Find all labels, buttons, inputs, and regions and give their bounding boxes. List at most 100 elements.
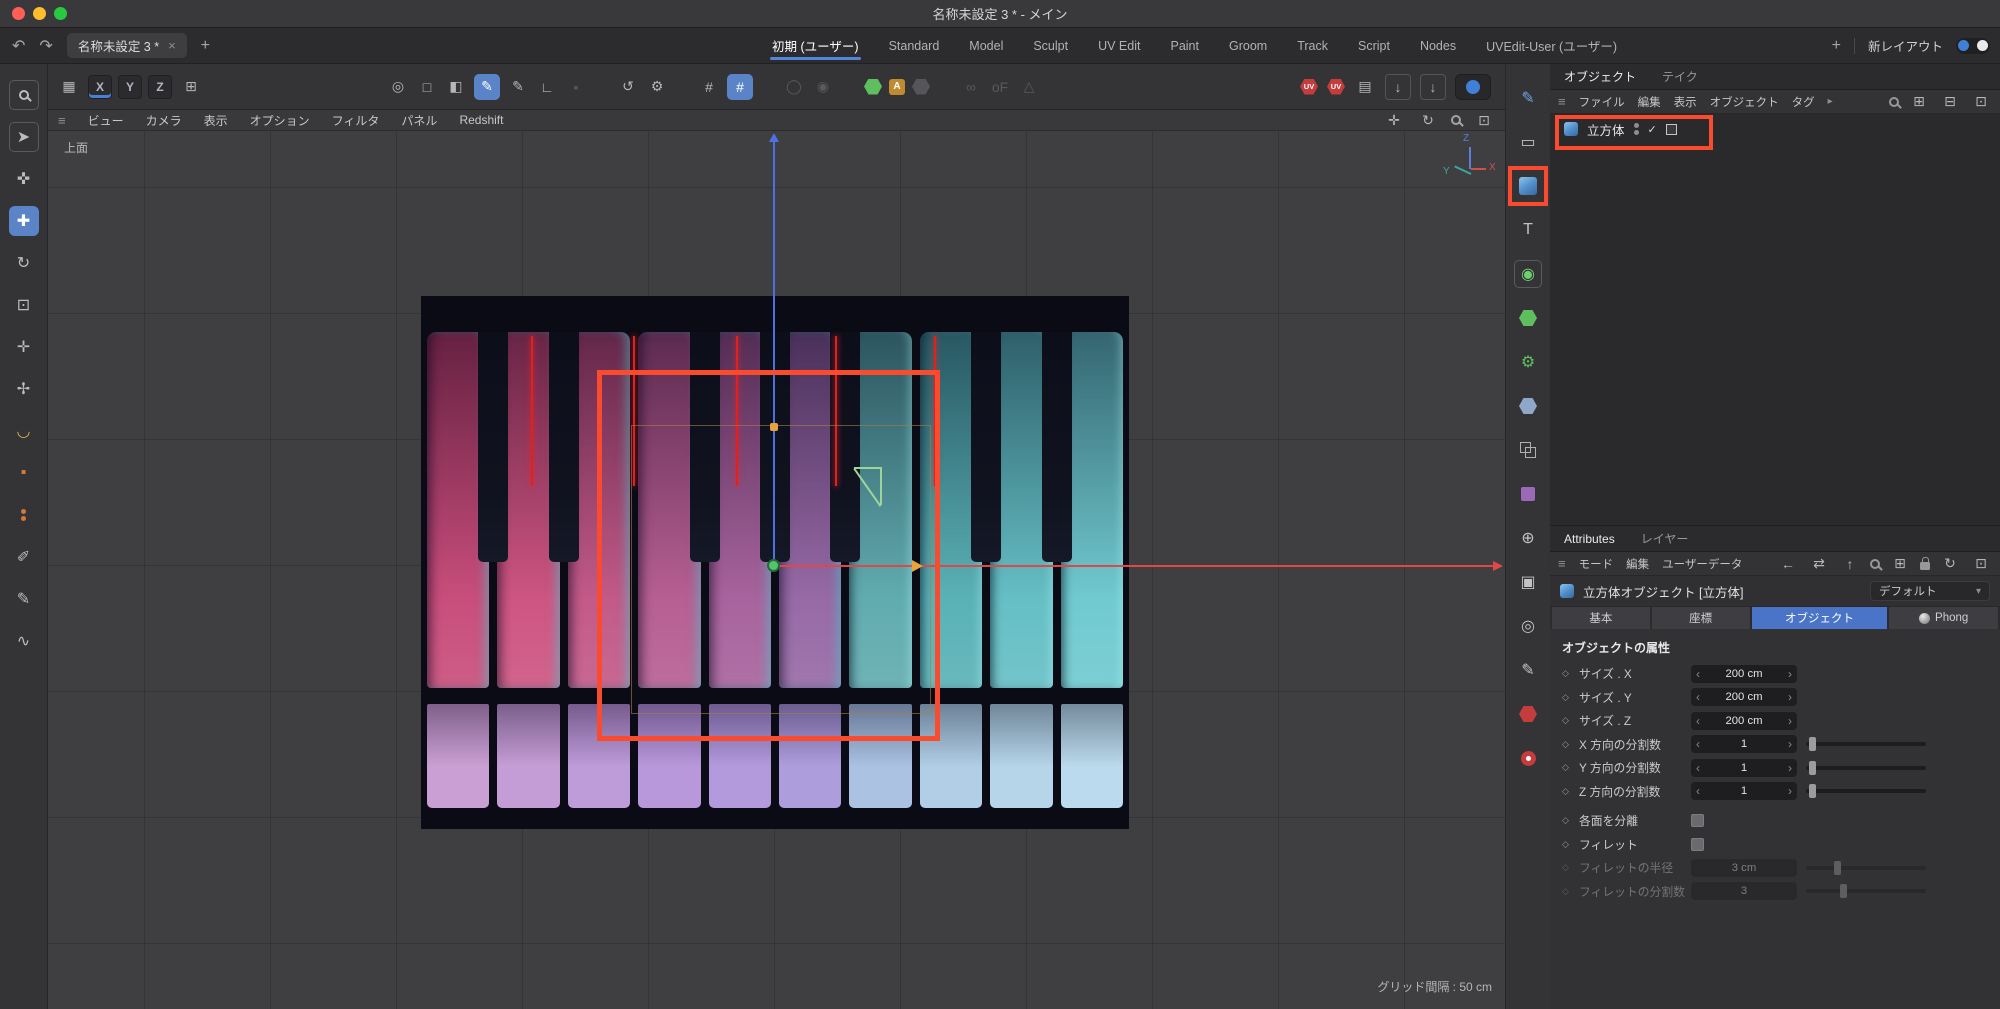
view-panel-icon[interactable]: ▭ bbox=[1514, 128, 1542, 156]
layout-tab-7[interactable]: Track bbox=[1297, 28, 1328, 63]
search-icon[interactable] bbox=[1870, 559, 1880, 569]
param-diamond-icon[interactable]: ◇ bbox=[1562, 762, 1579, 773]
uv-view-icon[interactable]: UV bbox=[1327, 79, 1345, 95]
of-icon[interactable]: oF bbox=[989, 75, 1011, 99]
maximize-view-icon[interactable]: ⊡ bbox=[1473, 108, 1495, 132]
layout-tab-3[interactable]: Sculpt bbox=[1033, 28, 1068, 63]
rotate-tool-icon[interactable]: ↻ bbox=[9, 248, 39, 278]
section-tab-0[interactable]: 基本 bbox=[1552, 607, 1650, 629]
layout-tab-0[interactable]: 初期 (ユーザー) bbox=[772, 28, 859, 63]
slider-knob[interactable] bbox=[1809, 761, 1816, 775]
search-icon[interactable] bbox=[19, 90, 29, 100]
om-menu-4[interactable]: タグ bbox=[1792, 94, 1815, 110]
pan-view-icon[interactable]: ✛ bbox=[1383, 108, 1405, 132]
section-tab-3[interactable]: Phong bbox=[1889, 607, 1998, 629]
object-manager-menu-icon[interactable]: ≡ bbox=[1558, 94, 1566, 109]
snap-icon[interactable]: ◡ bbox=[9, 416, 39, 446]
value-field[interactable]: 3 bbox=[1691, 882, 1797, 900]
value-stepper[interactable]: ‹200 cm› bbox=[1691, 665, 1797, 683]
coordinate-system-icon[interactable]: ⊞ bbox=[180, 75, 202, 99]
dynamics-gear-icon[interactable]: ⚙ bbox=[1514, 348, 1542, 376]
param-diamond-icon[interactable]: ◇ bbox=[1562, 786, 1579, 797]
annotate-pen-icon[interactable]: ✎ bbox=[1514, 656, 1542, 684]
viewport-menu-5[interactable]: パネル bbox=[401, 112, 437, 129]
add-document-tab-button[interactable]: + bbox=[201, 37, 210, 55]
axis-button-z[interactable]: Z bbox=[148, 75, 172, 99]
param-diamond-icon[interactable]: ◇ bbox=[1562, 692, 1579, 703]
plane-mode-icon[interactable]: ◧ bbox=[445, 75, 467, 99]
render-save-plus-icon[interactable]: ↓ bbox=[1420, 74, 1446, 100]
value-stepper[interactable]: ‹1› bbox=[1691, 782, 1797, 800]
zoom-view-icon[interactable] bbox=[1451, 115, 1461, 125]
param-diamond-icon[interactable]: ◇ bbox=[1562, 715, 1579, 726]
panel-icon[interactable]: ⊡ bbox=[1970, 90, 1992, 114]
viewport-menu-0[interactable]: ビュー bbox=[88, 112, 124, 129]
quantize-icon[interactable]: ◯ bbox=[783, 75, 805, 99]
value-slider[interactable] bbox=[1806, 789, 1926, 793]
layout-tab-2[interactable]: Model bbox=[969, 28, 1003, 63]
grid-snap-icon[interactable]: # bbox=[698, 75, 720, 99]
texture-mode-icon[interactable]: T bbox=[1514, 216, 1542, 244]
warning-icon[interactable]: △ bbox=[1018, 75, 1040, 99]
value-stepper[interactable]: ‹200 cm› bbox=[1691, 688, 1797, 706]
redo-icon[interactable]: ↷ bbox=[39, 36, 52, 56]
modeling-hex-icon[interactable] bbox=[864, 79, 882, 95]
link-icon[interactable]: ∞ bbox=[960, 75, 982, 99]
lock-icon[interactable] bbox=[1920, 562, 1930, 570]
scale-tool-icon[interactable]: ⊡ bbox=[9, 290, 39, 320]
param-diamond-icon[interactable]: ◇ bbox=[1562, 862, 1579, 873]
settings-gear-icon[interactable]: ⚙ bbox=[646, 75, 668, 99]
add-layout-button[interactable]: + bbox=[1832, 37, 1841, 55]
search-icon[interactable] bbox=[1889, 97, 1899, 107]
viewport-menu-2[interactable]: 表示 bbox=[204, 112, 228, 129]
tweak-icon[interactable]: ✜ bbox=[9, 164, 39, 194]
attr-menu-0[interactable]: モード bbox=[1579, 556, 1614, 572]
layout-tab-5[interactable]: Paint bbox=[1170, 28, 1199, 63]
slider-knob[interactable] bbox=[1840, 884, 1847, 898]
layout-tab-4[interactable]: UV Edit bbox=[1098, 28, 1140, 63]
slider-knob[interactable] bbox=[1809, 784, 1816, 798]
blank-slot-icon[interactable]: ▪ bbox=[565, 75, 587, 99]
viewport[interactable]: 上面 グリッド間隔 : 50 cm Z X Y bbox=[48, 131, 1505, 1009]
preset-dropdown[interactable]: デフォルト ▾ bbox=[1870, 581, 1990, 601]
move-tool-icon[interactable]: ✚ bbox=[9, 206, 39, 236]
om-menu-0[interactable]: ファイル bbox=[1579, 94, 1625, 110]
param-diamond-icon[interactable]: ◇ bbox=[1562, 886, 1579, 897]
boole-icon[interactable] bbox=[1520, 442, 1536, 458]
axis-button-y[interactable]: Y bbox=[118, 75, 142, 99]
workplane-snap-icon[interactable]: ▪ bbox=[9, 458, 39, 488]
popout-icon[interactable]: ⊡ bbox=[1970, 552, 1992, 576]
value-stepper[interactable]: ‹200 cm› bbox=[1691, 712, 1797, 730]
back-icon[interactable]: ← bbox=[1777, 552, 1799, 576]
simulation-icon[interactable]: ◉ bbox=[1514, 260, 1542, 288]
checkbox[interactable] bbox=[1691, 814, 1704, 827]
value-slider[interactable] bbox=[1806, 866, 1926, 870]
value-slider[interactable] bbox=[1806, 742, 1926, 746]
viewport-menu-3[interactable]: オプション bbox=[250, 112, 310, 129]
brush-icon[interactable]: ✐ bbox=[9, 542, 39, 572]
ui-toggle-switch[interactable] bbox=[1956, 38, 1990, 54]
refresh-icon[interactable]: ↻ bbox=[1939, 552, 1961, 576]
material-hex-icon[interactable] bbox=[1519, 706, 1537, 722]
attr-tab-1[interactable]: レイヤー bbox=[1641, 530, 1689, 547]
undo-icon[interactable]: ↶ bbox=[12, 36, 25, 56]
stepper-increase-icon[interactable]: › bbox=[1788, 784, 1792, 798]
layout-tab-6[interactable]: Groom bbox=[1229, 28, 1267, 63]
layout-tab-8[interactable]: Script bbox=[1358, 28, 1390, 63]
polygon-pen-icon[interactable]: ✎ bbox=[474, 74, 500, 100]
slider-knob[interactable] bbox=[1809, 737, 1816, 751]
axis-button-x[interactable]: X bbox=[88, 75, 112, 99]
om-menu-2[interactable]: 表示 bbox=[1674, 94, 1697, 110]
workplane-icon[interactable]: ▦ bbox=[58, 75, 80, 99]
param-diamond-icon[interactable]: ◇ bbox=[1562, 815, 1579, 826]
document-tab[interactable]: 名称未設定 3 * × bbox=[67, 33, 187, 58]
minimize-window-button[interactable] bbox=[33, 7, 46, 20]
mograph-icon[interactable] bbox=[1519, 310, 1537, 326]
asset-badge-icon[interactable]: A bbox=[889, 79, 905, 95]
value-stepper[interactable]: ‹1› bbox=[1691, 735, 1797, 753]
attr-menu-1[interactable]: 編集 bbox=[1626, 556, 1649, 572]
up-icon[interactable]: ↑ bbox=[1839, 552, 1861, 576]
history-icon[interactable]: ↺ bbox=[617, 75, 639, 99]
om-tab-0[interactable]: オブジェクト bbox=[1564, 68, 1636, 85]
param-diamond-icon[interactable]: ◇ bbox=[1562, 739, 1579, 750]
